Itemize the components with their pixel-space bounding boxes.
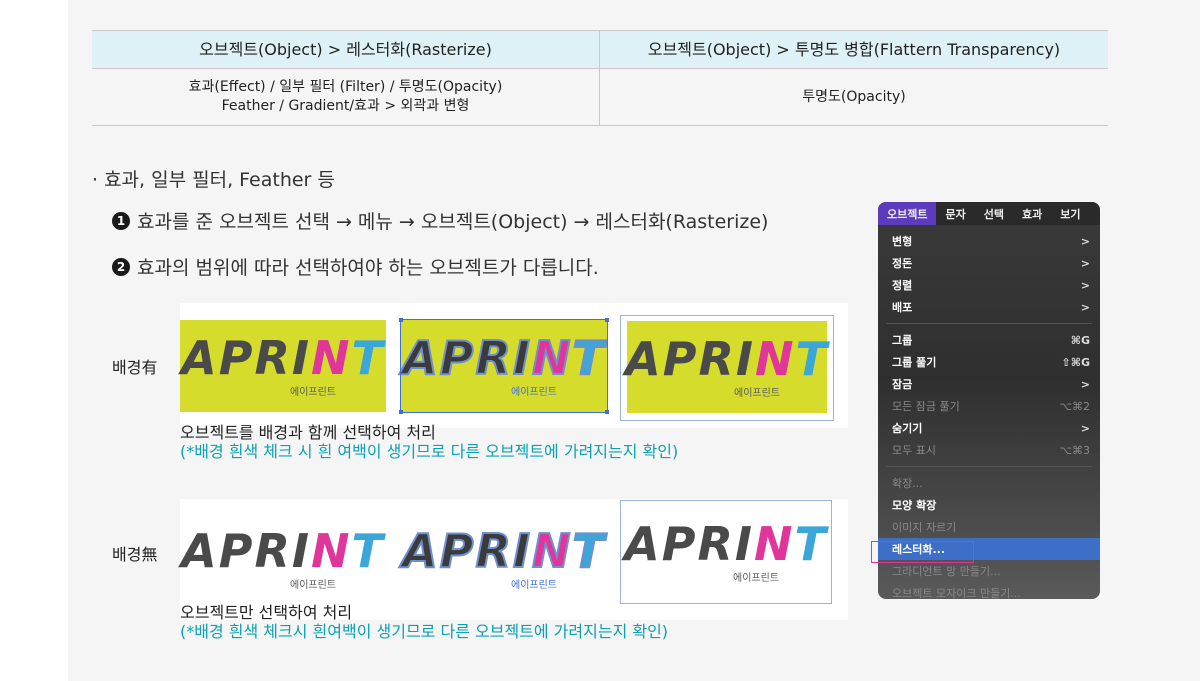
selection-handle[interactable] bbox=[605, 410, 609, 414]
menu-item-align[interactable]: 정렬 > bbox=[878, 274, 1100, 296]
menu-item-unlock-all: 모든 잠금 풀기 ⌥⌘2 bbox=[892, 399, 1090, 414]
aprint-logo-subtext: 에이프린트 bbox=[511, 386, 557, 398]
table-row: 효과(Effect) / 일부 필터 (Filter) / 투명도(Opacit… bbox=[92, 69, 1108, 126]
aprint-logo: APRINT bbox=[624, 516, 828, 571]
menu-item-distribute[interactable]: 배포 > bbox=[878, 296, 1100, 318]
step-number-badge: 1 bbox=[112, 211, 130, 230]
example-strip-with-background: APRINT 에이프린트 APRINT 에이프린트 APRINT 에이프린트 bbox=[180, 303, 848, 428]
menu-bar-effect[interactable]: 효과 bbox=[1013, 202, 1051, 225]
step-2: 2 효과의 범위에 따라 선택하여야 하는 오브젝트가 다릅니다. bbox=[112, 253, 599, 280]
logo-tile-selected-with-bg[interactable]: APRINT 에이프린트 bbox=[399, 318, 609, 414]
table-header-row: 오브젝트(Object) > 레스터화(Rasterize) 오브젝트(Obje… bbox=[92, 31, 1108, 69]
object-menu-screenshot: 오브젝트 문자 선택 효과 보기 변형 > 정돈 > 정렬 > 배포 > 그룹 ⌘G 그룹… bbox=[878, 202, 1100, 599]
table-cell-flatten-targets: 투명도(Opacity) bbox=[599, 69, 1108, 125]
menu-bar-type[interactable]: 문자 bbox=[936, 202, 974, 225]
selection-handle[interactable] bbox=[399, 318, 403, 322]
aprint-logo-subtext: 에이프린트 bbox=[290, 386, 336, 398]
table-header-rasterize: 오브젝트(Object) > 레스터화(Rasterize) bbox=[199, 40, 492, 59]
aprint-logo-subtext: 에이프린트 bbox=[734, 387, 780, 399]
example-strip-without-background: APRINT 에이프린트 APRINT 에이프린트 APRINT 에이프린트 bbox=[180, 499, 848, 620]
rasterize-highlight-box bbox=[871, 541, 974, 563]
menu-item-create-object-mosaic: 오브젝트 모자이크 만들기... bbox=[892, 587, 1021, 599]
row1-caption: 오브젝트를 배경과 함께 선택하여 처리 (*배경 흰색 체크 시 흰 여백이 … bbox=[180, 423, 678, 461]
menu-item-lock[interactable]: 잠금 > bbox=[878, 373, 1100, 395]
logo-tile-selected-object-only[interactable]: APRINT 에이프린트 bbox=[401, 513, 607, 605]
selection-handle[interactable] bbox=[605, 318, 609, 322]
caption-note: (*배경 흰색 체크 시 흰 여백이 생기므로 다른 오브젝트에 가려지는지 확… bbox=[180, 442, 679, 461]
menu-item-transform[interactable]: 변형 > bbox=[878, 230, 1100, 252]
menu-separator bbox=[886, 466, 1092, 467]
row-label-without-background: 배경無 bbox=[112, 545, 158, 564]
aprint-logo-subtext: 에이프린트 bbox=[733, 572, 779, 584]
step-number-badge: 2 bbox=[112, 257, 130, 276]
menu-item-arrange[interactable]: 정돈 > bbox=[878, 252, 1100, 274]
aprint-logo-subtext: 에이프린트 bbox=[290, 579, 336, 591]
aprint-logo-subtext: 에이프린트 bbox=[511, 579, 557, 591]
table-cell-line: 효과(Effect) / 일부 필터 (Filter) / 투명도(Opacit… bbox=[188, 79, 503, 95]
aprint-logo-outlined: APRINT bbox=[401, 330, 606, 385]
step-1: 1 효과를 준 오브젝트 선택 → 메뉴 → 오브젝트(Object) → 레스… bbox=[112, 207, 768, 234]
caption-text: 오브젝트만 선택하여 처리 bbox=[180, 603, 353, 622]
aprint-logo: APRINT bbox=[625, 331, 829, 386]
caption-note: (*배경 흰색 체크시 흰여백이 생기므로 다른 오브젝트에 가려지는지 확인) bbox=[180, 622, 669, 641]
logo-tile-original: APRINT 에이프린트 bbox=[180, 513, 386, 605]
menu-item-create-gradient-mesh: 그라디언트 망 만들기... bbox=[892, 565, 1001, 578]
menu-item-expand: 확장... bbox=[892, 477, 923, 490]
caption-text: 오브젝트를 배경과 함께 선택하여 처리 bbox=[180, 423, 436, 442]
aprint-logo: APRINT bbox=[181, 523, 385, 578]
menu-bar: 오브젝트 문자 선택 효과 보기 bbox=[878, 202, 1100, 225]
table-header-flatten: 오브젝트(Object) > 투명도 병합(Flattern Transpare… bbox=[599, 31, 1108, 68]
aprint-logo: APRINT bbox=[181, 330, 385, 385]
table-cell-rasterize-targets: 효과(Effect) / 일부 필터 (Filter) / 투명도(Opacit… bbox=[92, 69, 599, 125]
menu-item-hide[interactable]: 숨기기 > bbox=[878, 417, 1100, 439]
menu-item-ungroup[interactable]: 그룹 풀기 ⇧⌘G bbox=[878, 351, 1100, 373]
menu-bar-view[interactable]: 보기 bbox=[1051, 202, 1089, 225]
menu-item-crop-image: 이미지 자르기 bbox=[892, 521, 957, 534]
table-cell-line: Feather / Gradient/효과 > 외곽과 변형 bbox=[221, 98, 470, 114]
row-label-with-background: 배경有 bbox=[112, 358, 158, 377]
bullet-heading: · 효과, 일부 필터, Feather 등 bbox=[92, 169, 335, 191]
menu-item-expand-appearance[interactable]: 모양 확장 bbox=[878, 494, 1100, 516]
menu-bar-select[interactable]: 선택 bbox=[975, 202, 1013, 225]
step-text: 효과의 범위에 따라 선택하여야 하는 오브젝트가 다릅니다. bbox=[137, 257, 599, 279]
row2-caption: 오브젝트만 선택하여 처리 (*배경 흰색 체크시 흰여백이 생기므로 다른 오… bbox=[180, 603, 668, 641]
selection-handle[interactable] bbox=[399, 410, 403, 414]
logo-tile-rasterized-with-bg: APRINT 에이프린트 bbox=[620, 315, 834, 421]
step-text: 효과를 준 오브젝트 선택 → 메뉴 → 오브젝트(Object) → 레스터화… bbox=[137, 211, 769, 233]
menu-item-show-all: 모두 표시 ⌥⌘3 bbox=[892, 443, 1090, 458]
menu-separator bbox=[886, 323, 1092, 324]
logo-tile-inner: APRINT 에이프린트 bbox=[625, 321, 829, 413]
logo-tile-original: APRINT 에이프린트 bbox=[180, 320, 386, 412]
menu-item-group[interactable]: 그룹 ⌘G bbox=[878, 329, 1100, 351]
comparison-table: 오브젝트(Object) > 레스터화(Rasterize) 오브젝트(Obje… bbox=[92, 30, 1108, 126]
logo-tile-rasterized-object-only: APRINT 에이프린트 bbox=[620, 500, 832, 604]
aprint-logo-outlined: APRINT bbox=[401, 523, 606, 578]
menu-bar-object[interactable]: 오브젝트 bbox=[878, 202, 937, 225]
